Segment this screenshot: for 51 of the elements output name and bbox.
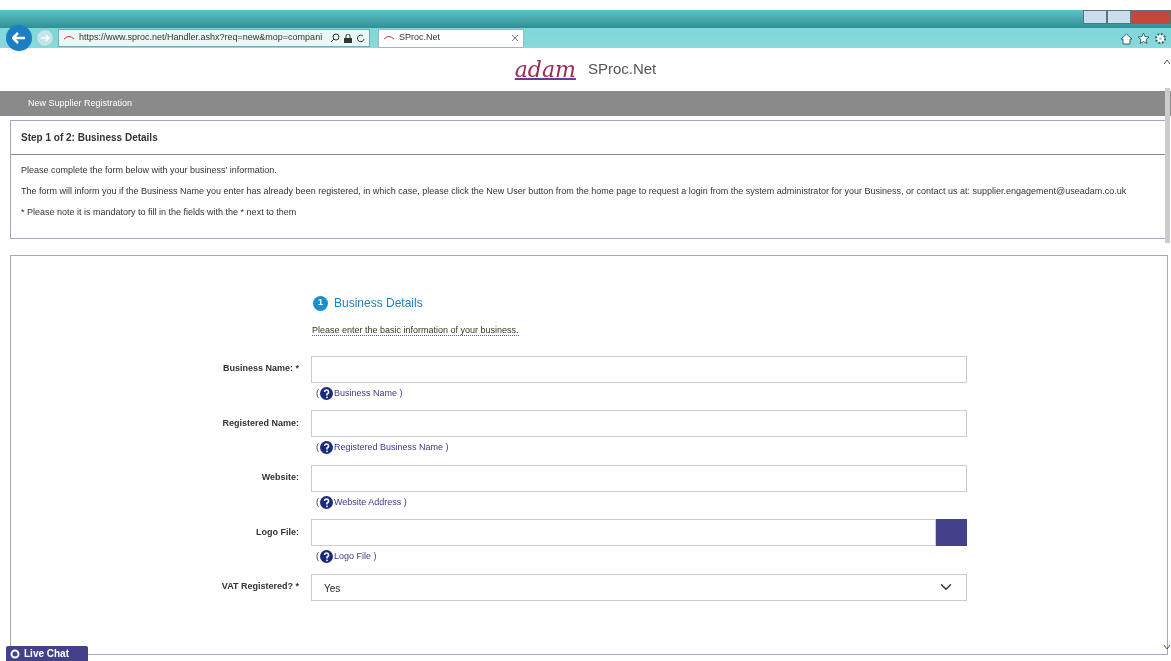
- field-label: Website:: [261, 471, 299, 485]
- help-icon[interactable]: [320, 441, 333, 455]
- help-icon[interactable]: [320, 386, 333, 400]
- dropdown[interactable]: Yes: [311, 573, 967, 601]
- back-arrow-icon: [12, 32, 26, 44]
- field-label: Business Name: *: [222, 362, 299, 376]
- chat-icon: [10, 648, 20, 659]
- info-text: Please complete the form below with your business' information.: [21, 164, 278, 177]
- section-title: Business Details: [334, 295, 423, 312]
- field-label: VAT Registered? *: [221, 580, 299, 594]
- restore-button[interactable]: [1107, 10, 1131, 24]
- help-icon[interactable]: [320, 495, 333, 509]
- browser-tab[interactable]: SProc.Net: [378, 28, 524, 48]
- url-text: https://www.sproc.net/Handler.ashx?req=new&mop=compani: [79, 31, 324, 45]
- section-hint: Please enter the basic information of your business.: [312, 325, 519, 336]
- search-icon[interactable]: [330, 33, 340, 43]
- input-field[interactable]: [311, 464, 967, 492]
- help-icon[interactable]: [320, 550, 333, 564]
- page-title: New Supplier Registration: [28, 96, 133, 110]
- bracket: (: [316, 386, 319, 400]
- logo: adam: [514, 56, 576, 84]
- step-number: 1: [313, 295, 328, 311]
- help-link[interactable]: Logo File ): [334, 550, 377, 564]
- input-field[interactable]: [311, 355, 967, 383]
- star-icon[interactable]: [1137, 31, 1150, 45]
- help-link[interactable]: Business Name ): [334, 386, 403, 400]
- close-icon[interactable]: [511, 34, 519, 42]
- site-icon: [383, 34, 395, 42]
- forward-arrow-icon: [40, 34, 50, 42]
- file-field[interactable]: [311, 519, 936, 546]
- minimize-button[interactable]: [1083, 10, 1107, 24]
- lock-icon: [344, 33, 352, 43]
- input-field[interactable]: [311, 410, 967, 437]
- refresh-icon[interactable]: [356, 33, 365, 43]
- bracket: (: [316, 441, 319, 454]
- live-chat-button[interactable]: Live Chat: [6, 646, 88, 661]
- home-icon[interactable]: [1120, 31, 1133, 45]
- address-bar[interactable]: https://www.sproc.net/Handler.ashx?req=new&mop=compani: [58, 29, 370, 47]
- info-text: * Please note it is mandatory to fill in the fields with the * next to them: [21, 206, 298, 219]
- site-icon: [63, 34, 75, 42]
- bracket: (: [316, 495, 319, 509]
- settings-icon[interactable]: [1154, 31, 1167, 45]
- card-title: Step 1 of 2: Business Details: [11, 121, 1167, 155]
- help-link[interactable]: Website Address ): [334, 495, 407, 509]
- back-button[interactable]: [6, 25, 32, 51]
- field-label: Logo File:: [256, 525, 299, 539]
- bracket: (: [316, 550, 319, 563]
- help-link[interactable]: Registered Business Name ): [334, 441, 449, 455]
- product-name: SProc.Net: [587, 59, 657, 80]
- field-label: Registered Name:: [222, 416, 299, 430]
- info-text: The form will inform you if the Business Name you enter has already been registered, in which case, please click the New User button from the home page to request a login from the system administrator for your Business, or contact us at: supplier.engagement@useadam.co.uk: [21, 185, 1128, 198]
